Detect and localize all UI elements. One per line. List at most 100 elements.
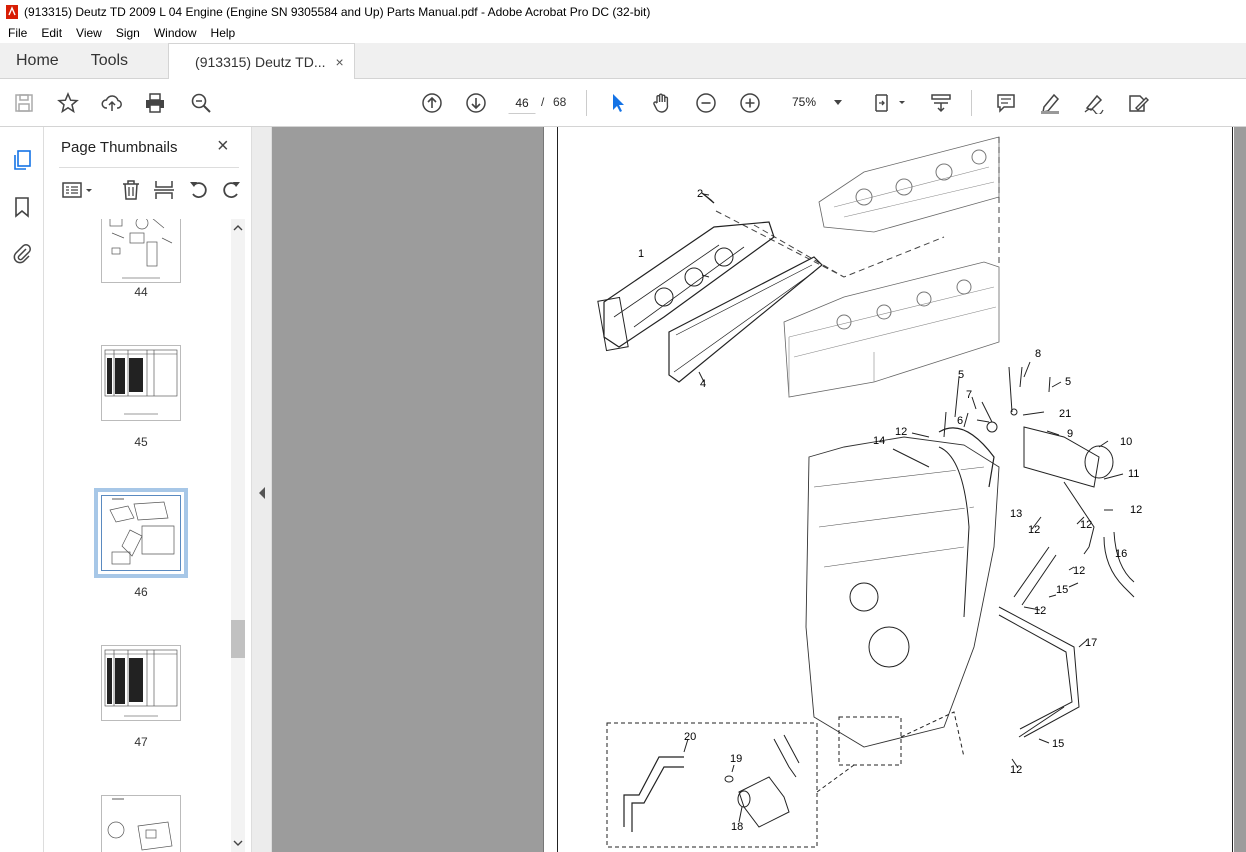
zoom-value: 75% [792, 95, 817, 109]
callout-12c: 12 [1028, 524, 1040, 536]
thumbnail-page[interactable] [101, 645, 181, 721]
tab-home[interactable]: Home [0, 43, 75, 79]
scrollbar-thumb[interactable] [231, 620, 245, 658]
callout-12g: 12 [1080, 519, 1092, 531]
callout-6: 6 [957, 415, 963, 427]
thumbnail-page[interactable] [101, 795, 181, 852]
callout-17: 17 [1085, 637, 1097, 649]
menu-bar: File Edit View Sign Window Help [0, 23, 1246, 43]
page-fit-icon[interactable] [873, 91, 909, 115]
thumbnail-list: 44 45 46 47 [45, 219, 230, 852]
thumbnail-image [107, 798, 173, 851]
thumbnail-image [104, 349, 178, 415]
tab-close-icon[interactable]: × [336, 54, 344, 70]
save-icon[interactable] [12, 91, 36, 115]
page-number-input[interactable]: 46 [508, 90, 536, 114]
thumbnail-page[interactable] [101, 345, 181, 421]
callout-7: 7 [966, 389, 972, 401]
page-thumbnails-icon[interactable] [11, 149, 33, 171]
select-cursor-icon[interactable] [606, 91, 630, 115]
left-rail [0, 127, 44, 852]
bookmark-star-icon[interactable] [56, 91, 80, 115]
callout-21: 21 [1059, 408, 1071, 420]
thumbnail-image [104, 649, 178, 717]
hand-tool-icon[interactable] [650, 91, 674, 115]
zoom-select[interactable]: 75% [782, 90, 852, 114]
scroll-up-icon[interactable] [231, 221, 245, 235]
callout-15a: 15 [1056, 584, 1068, 596]
callout-14: 14 [873, 435, 885, 447]
delete-page-icon[interactable] [120, 179, 142, 201]
callout-12a: 12 [895, 426, 907, 438]
tab-bar: Home Tools (913315) Deutz TD... × [0, 43, 1246, 79]
comment-icon[interactable] [994, 91, 1018, 115]
callout-15b: 15 [1052, 738, 1064, 750]
extract-page-icon[interactable] [153, 179, 175, 201]
tab-document[interactable]: (913315) Deutz TD... × [168, 43, 355, 79]
thumbnail-scrollbar[interactable] [231, 219, 245, 852]
callout-16: 16 [1115, 548, 1127, 560]
page-separator: / [541, 95, 545, 109]
callout-18: 18 [731, 821, 743, 833]
menu-window[interactable]: Window [154, 26, 197, 40]
toolbar-divider [971, 90, 972, 116]
callout-5a: 5 [958, 369, 964, 381]
highlight-pen-icon[interactable] [1038, 91, 1062, 115]
chevron-down-icon [834, 99, 842, 105]
pdf-page[interactable]: 2 1 4 5 5 6 7 8 9 10 11 12 12 12 12 12 1… [543, 127, 1234, 852]
zoom-out-icon[interactable] [694, 91, 718, 115]
callout-12d: 12 [1073, 565, 1085, 577]
callout-9: 9 [1067, 428, 1073, 440]
thumbnail-page-selected[interactable] [94, 488, 188, 578]
attachment-icon[interactable] [11, 242, 33, 264]
callout-8: 8 [1035, 348, 1041, 360]
edit-form-icon[interactable] [1126, 91, 1150, 115]
thumbnail-number: 46 [134, 585, 148, 599]
zoom-in-icon[interactable] [738, 91, 762, 115]
callout-12b: 12 [1130, 504, 1142, 516]
scroll-mode-icon[interactable] [929, 91, 953, 115]
callout-12e: 12 [1034, 605, 1046, 617]
bookmarks-icon[interactable] [11, 196, 33, 218]
draw-sign-icon[interactable] [1082, 91, 1106, 115]
tab-document-label: (913315) Deutz TD... [195, 53, 326, 70]
menu-edit[interactable]: Edit [41, 26, 62, 40]
callout-11: 11 [1128, 468, 1139, 480]
scroll-down-icon[interactable] [231, 836, 245, 850]
callout-20: 20 [684, 731, 696, 743]
panel-divider [59, 167, 239, 168]
collapse-arrow-icon [259, 487, 265, 499]
page-total: 68 [553, 95, 567, 109]
menu-file[interactable]: File [8, 26, 27, 40]
thumbnail-number: 47 [134, 735, 148, 749]
thumbnail-number: 45 [134, 435, 148, 449]
thumbnail-options-icon[interactable] [61, 179, 95, 201]
acrobat-icon [6, 4, 18, 19]
upload-cloud-icon[interactable] [100, 91, 124, 115]
callout-19: 19 [730, 753, 742, 765]
callout-1: 1 [638, 248, 644, 260]
menu-sign[interactable]: Sign [116, 26, 140, 40]
rotate-left-icon[interactable] [188, 179, 210, 201]
menu-help[interactable]: Help [211, 26, 236, 40]
rotate-right-icon[interactable] [220, 179, 242, 201]
tab-tools[interactable]: Tools [75, 43, 144, 79]
callout-13: 13 [1010, 508, 1022, 520]
callout-5b: 5 [1065, 376, 1071, 388]
previous-page-icon[interactable] [420, 91, 444, 115]
window-title: (913315) Deutz TD 2009 L 04 Engine (Engi… [24, 4, 651, 19]
title-bar: (913315) Deutz TD 2009 L 04 Engine (Engi… [0, 0, 1246, 23]
panel-collapse-handle[interactable] [252, 127, 272, 852]
next-page-icon[interactable] [464, 91, 488, 115]
toolbar-divider [586, 90, 587, 116]
thumbnail-image [109, 498, 175, 565]
callout-2: 2 [697, 188, 703, 200]
menu-view[interactable]: View [76, 26, 102, 40]
thumbnail-page[interactable] [101, 219, 181, 283]
zoom-search-icon[interactable] [189, 91, 213, 115]
callout-10: 10 [1120, 436, 1132, 448]
print-icon[interactable] [143, 91, 167, 115]
panel-close-icon[interactable]: × [217, 135, 229, 158]
parts-exploded-diagram: 2 1 4 5 5 6 7 8 9 10 11 12 12 12 12 12 1… [597, 136, 1142, 848]
callout-12f: 12 [1010, 764, 1022, 776]
